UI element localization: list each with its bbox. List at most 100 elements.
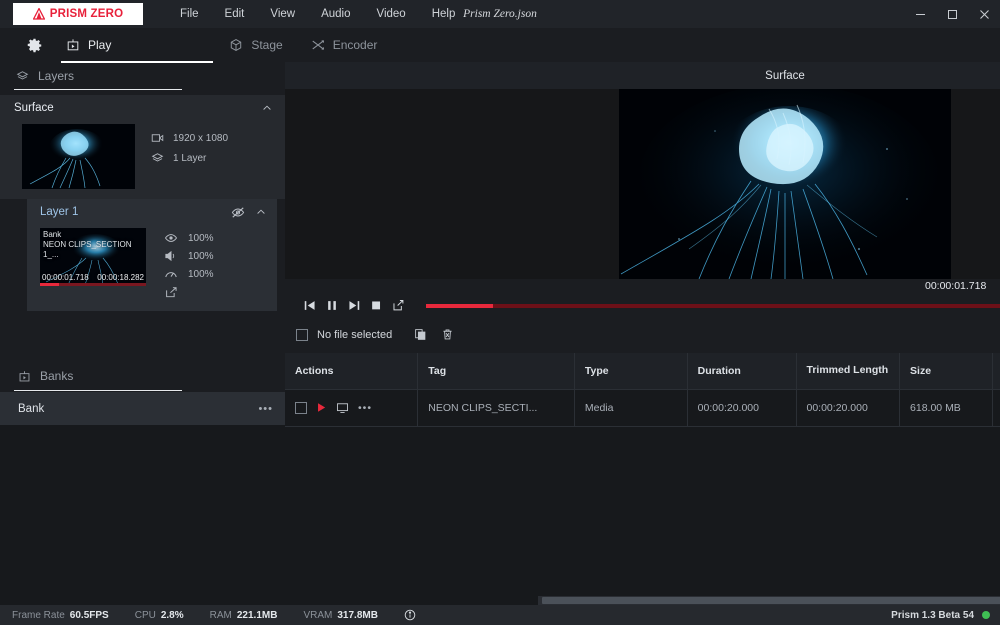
tab-play[interactable]: Play [52,28,125,62]
play-icon[interactable] [316,402,327,413]
layer-header[interactable]: Layer 1 [27,199,277,225]
cell-video-codec: AIM | Super Stream [992,389,1000,426]
share-icon [164,286,178,299]
layer-thumb-title: NEON CLIPS_SECTION 1_... [43,240,146,260]
layer-volume-row[interactable]: 100% [164,250,214,262]
status-ram-label: RAM [210,610,232,621]
layer-speed-row[interactable]: 100% [164,268,214,280]
scrub-bar[interactable] [426,304,1000,308]
select-all-checkbox[interactable] [296,329,308,341]
column-actions[interactable]: Actions [285,353,418,389]
tab-stage[interactable]: Stage [215,28,296,62]
surface-body: 1920 x 1080 1 Layer [0,120,285,199]
menu-item-audio[interactable]: Audio [308,4,363,24]
status-framerate-label: Frame Rate [12,610,65,621]
menu-item-file[interactable]: File [167,4,212,24]
cube-icon [229,38,243,52]
minimize-button[interactable] [904,0,936,28]
trash-icon[interactable] [441,328,454,341]
layer-thumbnail[interactable]: Bank NEON CLIPS_SECTION 1_... 00:00:01.7… [40,228,146,286]
row-checkbox[interactable] [295,402,307,414]
status-framerate: Frame Rate 60.5FPS [12,610,109,621]
horizontal-scrollbar[interactable] [538,596,1000,605]
preview-header: Surface [285,62,1000,89]
right-panel: Surface [285,62,1000,605]
layer-time-out: 00:00:18.282 [97,273,144,282]
selection-status-label: No file selected [317,329,392,341]
layers-tab-label: Layers [38,69,74,83]
media-toolbar-icons [414,328,454,341]
scrub-progress [426,304,493,308]
speed-icon [164,268,178,280]
close-button[interactable] [968,0,1000,28]
layer-properties: 100% 100% [164,228,214,299]
column-duration[interactable]: Duration [687,353,796,389]
video-preview[interactable] [285,89,1000,279]
next-button[interactable] [343,295,365,316]
menu-item-help[interactable]: Help [419,4,469,24]
menu-item-edit[interactable]: Edit [212,4,258,24]
video-frame[interactable] [619,89,951,279]
media-toolbar: No file selected [285,316,1000,353]
surface-title: Surface [14,102,54,114]
scrollbar-thumb[interactable] [542,597,1000,604]
surface-layercount-row: 1 Layer [151,152,228,165]
surface-resolution-row: 1920 x 1080 [151,132,228,144]
cell-actions: ••• [285,389,418,426]
status-cpu: CPU 2.8% [135,610,184,621]
column-video-codec[interactable]: Video Codec [992,353,1000,389]
layer-opacity-row[interactable]: 100% [164,232,214,244]
surface-meta: 1920 x 1080 1 Layer [151,124,228,189]
play-box-icon [18,370,31,383]
chevron-up-icon[interactable] [255,206,267,218]
column-size[interactable]: Size [900,353,993,389]
row-more-icon[interactable]: ••• [358,402,372,414]
timecode-current: 00:00:01.718 [925,280,986,292]
banks-tab[interactable]: Banks [0,361,285,391]
surface-thumbnail[interactable] [22,124,135,189]
eye-off-icon[interactable] [231,206,245,219]
layer-card: Layer 1 [27,199,277,311]
menu-item-view[interactable]: View [257,4,308,24]
menu-item-video[interactable]: Video [364,4,419,24]
maximize-button[interactable] [936,0,968,28]
settings-button[interactable] [16,38,52,53]
previous-button[interactable] [299,295,321,316]
pause-button[interactable] [321,295,343,316]
cell-tag: NEON CLIPS_SECTI... [418,389,575,426]
layer-volume-value: 100% [188,251,214,262]
copy-icon[interactable] [414,328,427,341]
volume-icon [164,250,178,262]
export-button[interactable] [387,295,409,316]
layer-opacity-value: 100% [188,233,214,244]
transport-controls [285,295,1000,316]
layer-name: Layer 1 [40,206,78,218]
more-icon[interactable]: ••• [258,403,273,415]
layer-thumb-labels: Bank NEON CLIPS_SECTION 1_... [43,230,146,260]
surface-header[interactable]: Surface [0,95,285,120]
info-icon[interactable] [404,609,416,621]
window-controls [904,0,1000,28]
document-title: Prism Zero.json [0,8,1000,20]
cell-duration: 00:00:20.000 [687,389,796,426]
bank-column-header: Bank ••• [0,391,285,425]
layer-share-row[interactable] [164,286,214,299]
status-cpu-value: 2.8% [161,610,184,621]
layers-tab[interactable]: Layers [0,62,285,90]
banks-tab-underline [14,390,182,392]
layer-body: Bank NEON CLIPS_SECTION 1_... 00:00:01.7… [27,225,277,311]
bank-empty-list[interactable] [0,425,285,605]
chevron-up-icon[interactable] [261,102,273,114]
column-type[interactable]: Type [574,353,687,389]
monitor-icon[interactable] [336,402,349,414]
column-tag[interactable]: Tag [418,353,575,389]
stop-button[interactable] [365,295,387,316]
column-trimmed-length[interactable]: Trimmed Length [796,353,900,389]
layer-progress-bar[interactable] [40,283,146,286]
table-row[interactable]: ••• NEON CLIPS_SECTI... Media 00:00:20.0… [285,389,1000,426]
tab-encoder[interactable]: Encoder [297,28,392,62]
eye-icon [164,232,178,244]
shuffle-icon [311,38,325,52]
app-logo[interactable]: PRISM ZERO [13,3,143,25]
media-table-header-row: Actions Tag Type Duration Trimmed Length… [285,353,1000,389]
